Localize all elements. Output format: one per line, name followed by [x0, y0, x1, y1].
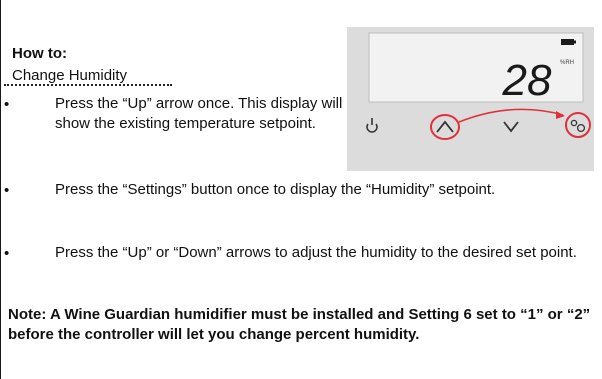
- how-to-label: How to:: [12, 45, 67, 62]
- bullet-step-3: Press the “Up” or “Down” arrows to adjus…: [55, 244, 577, 261]
- bullet-step-1: Press the “Up” arrow once. This display …: [55, 95, 343, 132]
- controller-svg: 28 %RH: [347, 27, 594, 171]
- display-value: 28: [502, 56, 552, 105]
- bullet-marker: •: [4, 245, 10, 262]
- dotted-divider: [4, 84, 172, 86]
- note-text: Note: A Wine Guardian humidifier must be…: [8, 306, 591, 343]
- bullet-step-2: Press the “Settings” button once to disp…: [55, 181, 496, 198]
- bullet-marker: •: [4, 96, 10, 113]
- bullet-marker: •: [4, 182, 10, 199]
- battery-icon: [561, 39, 576, 45]
- display-unit: %RH: [560, 60, 574, 66]
- task-title: Change Humidity: [12, 67, 128, 84]
- controller-illustration: 28 %RH: [347, 27, 594, 171]
